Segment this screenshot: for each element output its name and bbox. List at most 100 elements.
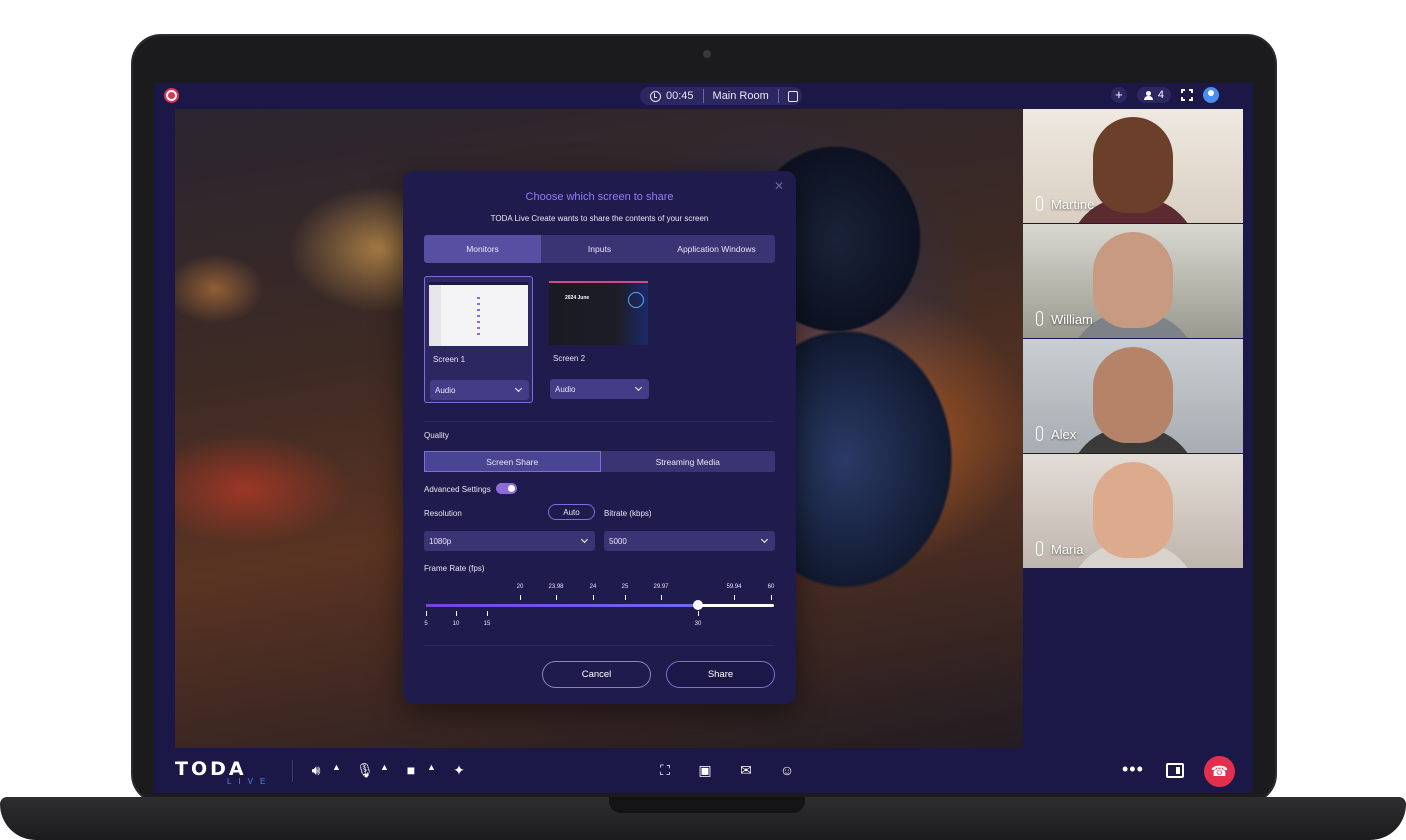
participant-name: Alex bbox=[1051, 427, 1077, 442]
clock-icon bbox=[650, 90, 661, 102]
slider-tick bbox=[661, 595, 662, 600]
participant-video bbox=[1093, 462, 1173, 558]
chevron-down-icon bbox=[580, 535, 589, 544]
chevron-up-icon[interactable]: ▲ bbox=[332, 762, 341, 772]
audio-select[interactable]: Audio bbox=[550, 379, 649, 399]
participant-tile[interactable]: Maria bbox=[1023, 454, 1243, 568]
audio-select-value: Audio bbox=[555, 384, 576, 394]
tick-label: 24 bbox=[589, 584, 597, 590]
advanced-settings-label: Advanced Settings bbox=[424, 485, 491, 494]
bitrate-select[interactable]: 5000 bbox=[604, 531, 775, 551]
tick-label: 5 bbox=[424, 621, 428, 627]
participants-button[interactable]: 4 bbox=[1136, 87, 1171, 103]
screen-label: Screen 1 bbox=[433, 355, 466, 364]
copy-icon[interactable] bbox=[787, 90, 798, 102]
toda-live-logo: TODA LIVE bbox=[175, 758, 275, 786]
audio-select-value: Audio bbox=[435, 385, 456, 395]
hang-up-button[interactable]: ☎ bbox=[1204, 756, 1235, 787]
mic-icon bbox=[1036, 426, 1043, 441]
advanced-settings-toggle[interactable] bbox=[496, 483, 517, 494]
camera-icon[interactable]: ■ bbox=[402, 762, 420, 778]
tick-label: 23.98 bbox=[548, 584, 564, 590]
quality-tabs: Screen Share Streaming Media bbox=[424, 451, 775, 472]
tick-label: 25 bbox=[621, 584, 629, 590]
share-button[interactable]: Share bbox=[666, 661, 775, 688]
quality-label: Quality bbox=[424, 431, 449, 440]
cancel-button[interactable]: Cancel bbox=[542, 661, 651, 688]
microphone-icon[interactable]: 🎙︎ bbox=[356, 762, 374, 778]
share-screen-dialog: ✕ Choose which screen to share TODA Live… bbox=[403, 171, 796, 704]
top-bar: 00:45 Main Room + 4 bbox=[154, 83, 1253, 109]
tick-label: 30 bbox=[694, 621, 702, 627]
mic-icon bbox=[1036, 196, 1043, 211]
screen-share-icon[interactable]: ▣ bbox=[696, 762, 714, 778]
fullscreen-icon[interactable] bbox=[1180, 88, 1194, 102]
slider-tick bbox=[556, 595, 557, 600]
tick-label: 15 bbox=[483, 621, 491, 627]
resolution-select[interactable]: 1080p bbox=[424, 531, 595, 551]
chat-icon[interactable]: ✉ bbox=[737, 762, 755, 778]
bitrate-label: Bitrate (kbps) bbox=[604, 509, 652, 518]
dialog-subtitle: TODA Live Create wants to share the cont… bbox=[490, 214, 709, 223]
thumbnail-text: 2024 June bbox=[565, 295, 590, 301]
layout-icon[interactable] bbox=[1166, 763, 1184, 778]
frame-rate-label: Frame Rate (fps) bbox=[424, 564, 485, 573]
separator bbox=[702, 89, 704, 103]
chevron-up-icon[interactable]: ▲ bbox=[380, 762, 389, 772]
record-icon[interactable] bbox=[164, 88, 179, 103]
participant-video bbox=[1093, 117, 1173, 213]
tab-screen-share[interactable]: Screen Share bbox=[424, 451, 601, 472]
laptop-notch bbox=[609, 797, 805, 813]
tab-monitors[interactable]: Monitors bbox=[424, 235, 541, 263]
separator bbox=[777, 89, 779, 103]
frame-rate-slider[interactable] bbox=[426, 604, 774, 607]
participants-panel: Martine William Alex Maria bbox=[1023, 109, 1243, 569]
auto-button[interactable]: Auto bbox=[548, 504, 595, 520]
audio-select[interactable]: Audio bbox=[430, 380, 529, 400]
mic-icon bbox=[1036, 311, 1043, 326]
screen-option-1[interactable]: Screen 1 Audio bbox=[424, 276, 533, 403]
tab-application-windows[interactable]: Application Windows bbox=[658, 235, 775, 263]
session-info: 00:45 Main Room bbox=[640, 87, 802, 105]
bitrate-value: 5000 bbox=[609, 536, 627, 546]
more-icon[interactable]: ••• bbox=[1122, 759, 1144, 780]
tab-inputs[interactable]: Inputs bbox=[541, 235, 658, 263]
screen-thumbnail: 2024 June bbox=[549, 281, 648, 345]
participant-tile[interactable]: William bbox=[1023, 224, 1243, 338]
slider-handle[interactable] bbox=[693, 600, 703, 610]
divider bbox=[424, 421, 775, 422]
dialog-title: Choose which screen to share bbox=[525, 191, 674, 203]
speaker-icon[interactable]: 🔊︎ bbox=[307, 762, 325, 778]
chevron-down-icon bbox=[760, 535, 769, 544]
participant-video bbox=[1093, 347, 1173, 443]
slider-tick bbox=[593, 595, 594, 600]
participant-name: Martine bbox=[1051, 197, 1095, 212]
room-name: Main Room bbox=[712, 90, 769, 102]
participant-tile[interactable]: Alex bbox=[1023, 339, 1243, 453]
tick-label: 29.97 bbox=[653, 584, 669, 590]
presentation-icon[interactable]: ⛶ bbox=[656, 762, 674, 778]
screen-thumbnail bbox=[429, 282, 528, 346]
tick-label: 10 bbox=[452, 621, 460, 627]
tab-streaming-media[interactable]: Streaming Media bbox=[601, 451, 776, 472]
slider-tick bbox=[698, 611, 699, 616]
slider-tick bbox=[520, 595, 521, 600]
effects-wand-icon[interactable]: ✦ bbox=[450, 762, 468, 778]
session-timer: 00:45 bbox=[666, 90, 694, 102]
emoji-icon[interactable]: ☺ bbox=[778, 762, 796, 778]
participant-tile[interactable]: Martine bbox=[1023, 109, 1243, 223]
logo-subtext: LIVE bbox=[227, 777, 273, 786]
participant-name: Maria bbox=[1051, 542, 1084, 557]
slider-tick bbox=[487, 611, 488, 616]
slider-tick bbox=[734, 595, 735, 600]
user-avatar[interactable] bbox=[1203, 87, 1219, 103]
participant-video bbox=[1093, 232, 1173, 328]
chevron-up-icon[interactable]: ▲ bbox=[427, 762, 436, 772]
tick-label: 20 bbox=[516, 584, 524, 590]
app-window: 00:45 Main Room + 4 Martine William Alex… bbox=[154, 83, 1253, 793]
resolution-label: Resolution bbox=[424, 509, 462, 518]
slider-tick bbox=[456, 611, 457, 616]
screen-option-2[interactable]: 2024 June Screen 2 Audio bbox=[545, 276, 654, 403]
add-icon[interactable]: + bbox=[1110, 87, 1127, 103]
thumbnail-ring bbox=[628, 292, 644, 308]
